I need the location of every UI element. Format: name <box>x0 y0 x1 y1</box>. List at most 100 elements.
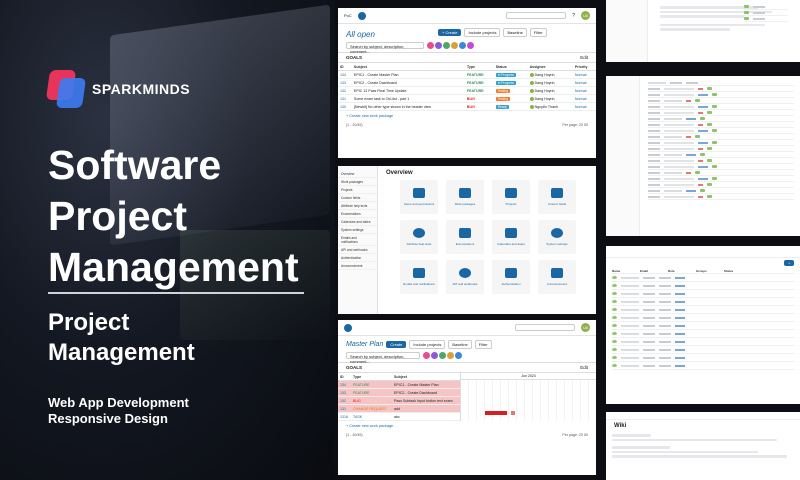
sidebar-item[interactable]: Attribute help texts <box>338 202 377 210</box>
search-input[interactable]: Search by subject, description, comment.… <box>346 42 424 54</box>
column-header[interactable]: ID <box>338 373 352 381</box>
create-button[interactable]: Create <box>386 341 407 348</box>
wp-id[interactable]: 134 <box>338 380 352 389</box>
table-row[interactable]: 133 FEATURE EPIC2 - Create Dashboard <box>338 388 460 397</box>
table-row[interactable]: 131 CHANGE REQUEST add <box>338 404 460 413</box>
create-new-link[interactable]: + Create new work package <box>338 111 596 121</box>
sidebar-item[interactable]: Work packages <box>338 178 377 186</box>
status-badge[interactable]: In Progress <box>495 80 517 85</box>
wp-subject[interactable]: EPIC 13 Pass Final Time Update <box>351 86 465 96</box>
status-badge[interactable]: Ready <box>495 104 509 109</box>
wp-subject[interactable]: [Newbit] No other type shown in the head… <box>351 102 465 112</box>
table-row[interactable]: 134 FEATURE EPIC1 - Create Master Plan <box>338 380 460 389</box>
sidebar-item[interactable]: Authentication <box>338 254 377 262</box>
table-row[interactable]: 132 BUG Pass Subtask Input button text e… <box>338 396 460 405</box>
gantt-bar[interactable] <box>511 411 515 415</box>
tile-custom-fields[interactable]: Custom fields <box>538 180 576 214</box>
include-projects-button[interactable]: Include projects <box>464 28 501 37</box>
tile-work-packages[interactable]: Work packages <box>446 180 484 214</box>
status-badge[interactable]: Testing <box>495 96 510 101</box>
status-badge[interactable]: Testing <box>495 88 510 93</box>
sidebar-item[interactable]: Calendars and dates <box>338 218 377 226</box>
tile-enumerations[interactable]: Enumerations <box>446 220 484 254</box>
wp-id[interactable]: 132 <box>338 86 352 96</box>
table-row[interactable]: 132 EPIC 13 Pass Final Time Update FEATU… <box>338 86 596 96</box>
wp-subject[interactable]: abc <box>392 412 460 421</box>
tile-announcement[interactable]: Announcement <box>538 260 576 294</box>
edit-button[interactable]: Edit <box>580 55 588 60</box>
tile-projects[interactable]: Projects <box>492 180 530 214</box>
tile-emails[interactable]: Emails and notifications <box>400 260 438 294</box>
column-header[interactable]: ID <box>338 63 352 71</box>
column-header[interactable]: Type <box>464 63 494 71</box>
wp-id[interactable]: 131 <box>338 404 352 413</box>
table-row[interactable]: 1316 TASK abc <box>338 412 460 421</box>
edit-button[interactable]: Edit <box>580 365 588 370</box>
column-header[interactable]: Name <box>612 269 636 273</box>
gantt-bar[interactable] <box>485 411 507 415</box>
baseline-button[interactable]: Baseline <box>448 340 472 349</box>
sidebar-item[interactable]: System settings <box>338 226 377 234</box>
column-header[interactable]: Type <box>351 373 393 381</box>
wp-subject[interactable]: EPIC2 - Create Dashboard <box>392 388 460 397</box>
tile-authentication[interactable]: Authentication <box>492 260 530 294</box>
column-header[interactable]: Subject <box>351 63 465 71</box>
include-projects-button[interactable]: Include projects <box>409 340 446 349</box>
column-header[interactable]: Email <box>640 269 664 273</box>
baseline-button[interactable]: Baseline <box>503 28 527 37</box>
table-row[interactable]: 134 EPIC1 - Create Master Plan FEATURE I… <box>338 70 596 80</box>
create-button[interactable]: + Create <box>438 29 462 36</box>
help-icon[interactable]: ? <box>572 13 575 19</box>
table-row[interactable]: 133 EPIC2 - Create Dashboard FEATURE In … <box>338 78 596 88</box>
wp-id[interactable]: 132 <box>338 396 352 405</box>
wp-subject[interactable]: add <box>392 404 460 413</box>
sidebar-item[interactable]: Enumerations <box>338 210 377 218</box>
sidebar-item[interactable]: Overview <box>338 170 377 178</box>
tile-help-texts[interactable]: Attribute help texts <box>400 220 438 254</box>
add-user-button[interactable]: + <box>784 260 794 266</box>
avatar[interactable]: UA <box>581 11 590 20</box>
column-header[interactable]: Subject <box>392 373 460 381</box>
wp-id[interactable]: 133 <box>338 388 352 397</box>
tile-system-settings[interactable]: System settings <box>538 220 576 254</box>
per-page[interactable]: Per page: 20 50 <box>562 123 588 127</box>
wp-id[interactable]: 134 <box>338 70 352 80</box>
status-badge[interactable]: In Progress <box>495 72 517 77</box>
column-header[interactable]: Priority <box>572 63 596 71</box>
sidebar-item[interactable]: Projects <box>338 186 377 194</box>
sidebar-item[interactable]: API and webhooks <box>338 246 377 254</box>
filter-button[interactable]: Filter <box>474 340 492 349</box>
wp-subject[interactable]: Pass Subtask Input button text exam <box>392 396 460 405</box>
sidebar-item[interactable]: Emails and notifications <box>338 234 377 246</box>
wp-id[interactable]: 130 <box>338 102 352 112</box>
wp-subject[interactable]: Some exam task to Ctrl-list - part 1 <box>351 94 465 104</box>
avatar[interactable]: UA <box>581 323 590 332</box>
wp-subject[interactable]: EPIC1 - Create Master Plan <box>392 380 460 389</box>
gantt-timeline[interactable]: Jun 2024 <box>460 373 596 421</box>
wp-id[interactable]: 131 <box>338 94 352 104</box>
wp-subject[interactable]: EPIC1 - Create Master Plan <box>351 70 465 80</box>
per-page[interactable]: Per page: 20 50 <box>562 433 588 437</box>
global-search-input[interactable] <box>506 12 567 19</box>
wp-id[interactable]: 1316 <box>338 412 352 421</box>
sidebar-item[interactable]: Custom fields <box>338 194 377 202</box>
tile-users[interactable]: Users and permissions <box>400 180 438 214</box>
sidebar-item[interactable]: Announcement <box>338 262 377 270</box>
table-row[interactable]: 130 [Newbit] No other type shown in the … <box>338 102 596 112</box>
goals-bar: GOALS Edit <box>338 362 596 373</box>
column-header[interactable]: Status <box>493 63 528 71</box>
create-new-link[interactable]: + Create new work package <box>338 421 596 431</box>
column-header[interactable]: Assignee <box>527 63 573 71</box>
wp-id[interactable]: 133 <box>338 78 352 88</box>
column-header[interactable]: Groups <box>696 269 720 273</box>
column-header[interactable]: Role <box>668 269 692 273</box>
column-header[interactable]: Status <box>724 269 748 273</box>
global-search-input[interactable] <box>515 324 575 331</box>
table-row[interactable]: 131 Some exam task to Ctrl-list - part 1… <box>338 94 596 104</box>
wp-subject[interactable]: EPIC2 - Create Dashboard <box>351 78 465 88</box>
filter-button[interactable]: Filter <box>529 28 547 37</box>
search-input[interactable]: Search by subject, description, comment.… <box>346 352 420 364</box>
tile-api[interactable]: API and webhooks <box>446 260 484 294</box>
tile-calendars[interactable]: Calendars and dates <box>492 220 530 254</box>
project-selector[interactable]: PoC <box>344 13 352 18</box>
